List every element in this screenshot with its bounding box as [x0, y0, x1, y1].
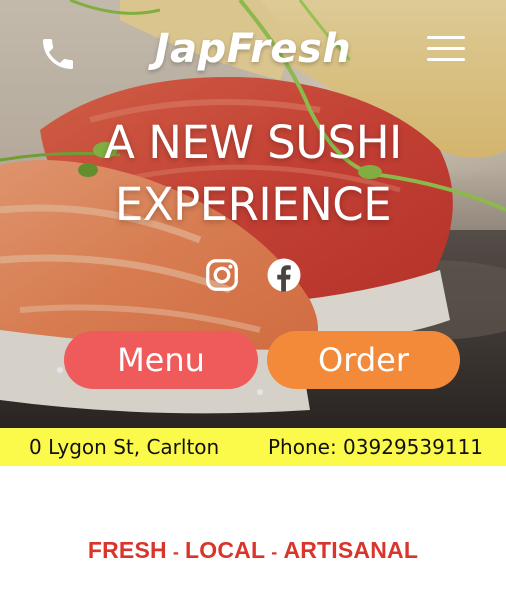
tagline-separator: - [172, 542, 180, 562]
social-links [0, 257, 506, 293]
top-navigation: JapFresh [0, 0, 506, 110]
contact-info-bar: 0 Lygon St, Carlton Phone: 03929539111 [0, 428, 506, 466]
order-button[interactable]: Order [267, 331, 460, 389]
menu-icon-bar [427, 58, 465, 61]
facebook-icon[interactable] [266, 257, 302, 293]
instagram-icon[interactable] [204, 257, 240, 293]
tagline-word-artisanal: ARTISANAL [283, 537, 419, 563]
menu-icon-bar [427, 47, 465, 50]
tagline-word-fresh: FRESH [87, 537, 167, 563]
menu-icon-bar [427, 36, 465, 39]
tagline: FRESH - LOCAL - ARTISANAL [0, 537, 506, 564]
headline-line-2: EXPERIENCE [114, 178, 392, 231]
phone-number-text[interactable]: Phone: 03929539111 [268, 428, 483, 466]
menu-button[interactable]: Menu [64, 331, 258, 389]
hamburger-menu-icon[interactable] [427, 36, 465, 66]
address-text[interactable]: 0 Lygon St, Carlton [29, 428, 219, 466]
headline-line-1: A NEW SUSHI [104, 116, 402, 169]
tagline-separator: - [271, 542, 278, 562]
hero-banner: JapFresh A NEW SUSHI EXPERIENCE Menu Ord… [0, 0, 506, 428]
tagline-word-local: LOCAL [185, 537, 266, 563]
hero-headline: A NEW SUSHI EXPERIENCE [0, 112, 506, 236]
